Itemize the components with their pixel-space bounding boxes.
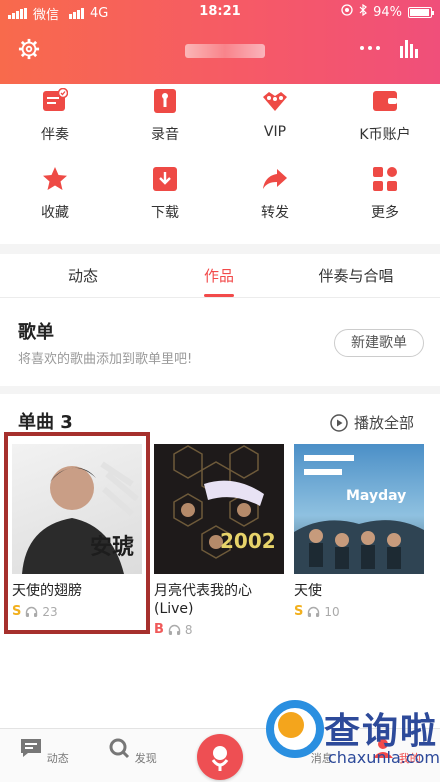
now-playing-icon[interactable] [400,40,418,58]
grid-item-kcoin[interactable]: K币账户 [330,88,440,144]
tab-feed[interactable]: 动态 [10,265,156,286]
song-name: 月亮代表我的心 (Live) [154,583,252,617]
grid-item-download[interactable]: 下载 [110,166,220,222]
playlist-subtitle: 将喜欢的歌曲添加到歌单里吧! [18,352,193,367]
star-icon [43,167,67,190]
section-divider [0,386,440,394]
highlight-box [4,432,150,634]
playlist-title: 歌单 [18,322,54,343]
play-count: 8 [184,622,193,637]
share-icon [263,169,287,189]
headphones-icon [308,606,320,617]
singles-title: 单曲 3 [18,412,73,433]
song-cover[interactable]: 2002 [154,444,284,574]
grid-label: 更多 [371,205,399,221]
song-card[interactable]: Mayday 天使 S 10 [294,444,424,619]
header: 微信 4G 18:21 94% [0,0,440,84]
song-meta: S 10 [294,604,424,619]
play-all-label: 播放全部 [354,414,415,432]
song-name: 天使 [294,583,322,599]
lock-rotation-icon [341,4,353,20]
tab-works[interactable]: 作品 [146,265,292,286]
sing-button[interactable] [197,734,243,780]
cover-band-text: Mayday [346,488,406,504]
download-icon [153,167,177,191]
bluetooth-icon [359,3,368,20]
settings-icon[interactable] [18,38,40,60]
play-circle-icon [330,413,348,432]
play-all-button[interactable]: 播放全部 [330,412,414,433]
grid-label: K币账户 [359,127,411,143]
grid-label: VIP [263,124,287,140]
wallet-icon [373,91,397,111]
nav-label: 动态 [46,752,69,765]
quality-badge: B [154,622,164,637]
search-icon [109,738,130,759]
new-playlist-button[interactable]: 新建歌单 [334,329,424,357]
more-grid-icon [373,167,397,191]
grid-label: 伴奏 [41,127,69,143]
watermark-text: 查询啦 [324,711,439,752]
battery-percent: 94% [373,4,402,20]
status-bar: 微信 4G 18:21 94% [0,0,440,24]
watermark-sub: chaxunla.com [328,748,440,767]
microphone-icon [211,746,229,771]
grid-item-favorites[interactable]: 收藏 [0,166,110,222]
grid-label: 录音 [151,127,179,143]
grid-item-accompaniment[interactable]: 伴奏 [0,87,110,144]
watermark-logo: 查询啦 chaxunla.com [262,692,440,776]
quality-badge: S [294,604,304,619]
username-blurred [185,44,265,58]
chat-bubble-icon [21,739,42,757]
grid-label: 下载 [151,205,179,221]
accompaniment-icon [43,87,69,111]
headphones-icon [168,624,181,635]
grid-item-vip[interactable]: VIP [220,88,330,140]
grid-item-share[interactable]: 转发 [220,166,330,222]
record-icon [154,89,176,113]
feature-grid: 伴奏 录音 VIP K币账户 收藏 下载 转发 更多 [0,84,440,244]
play-count: 10 [324,604,340,619]
nav-label: 发现 [134,752,157,765]
works-content: 歌单 将喜欢的歌曲添加到歌单里吧! 新建歌单 单曲 3 播放全部 安琥 天使的翅… [0,298,440,728]
battery-icon [408,6,434,18]
nav-item-feed[interactable]: 动态 [14,737,74,766]
grid-label: 收藏 [41,205,69,221]
grid-item-record[interactable]: 录音 [110,88,220,144]
cover-year-text: 2002 [220,529,276,553]
vip-icon [263,92,287,111]
nav-item-discover[interactable]: 发现 [102,737,162,766]
tab-accompaniment-chorus[interactable]: 伴奏与合唱 [283,265,429,286]
song-cover[interactable]: Mayday [294,444,424,574]
song-card[interactable]: 2002 月亮代表我的心 (Live) B 8 [154,444,284,637]
active-tab-indicator [204,294,234,297]
grid-item-more[interactable]: 更多 [330,166,440,222]
more-options-icon[interactable] [360,46,380,50]
grid-label: 转发 [261,205,289,221]
profile-tabs: 动态 作品 伴奏与合唱 [0,254,440,298]
watermark-dot [278,712,304,738]
song-meta: B 8 [154,622,284,637]
